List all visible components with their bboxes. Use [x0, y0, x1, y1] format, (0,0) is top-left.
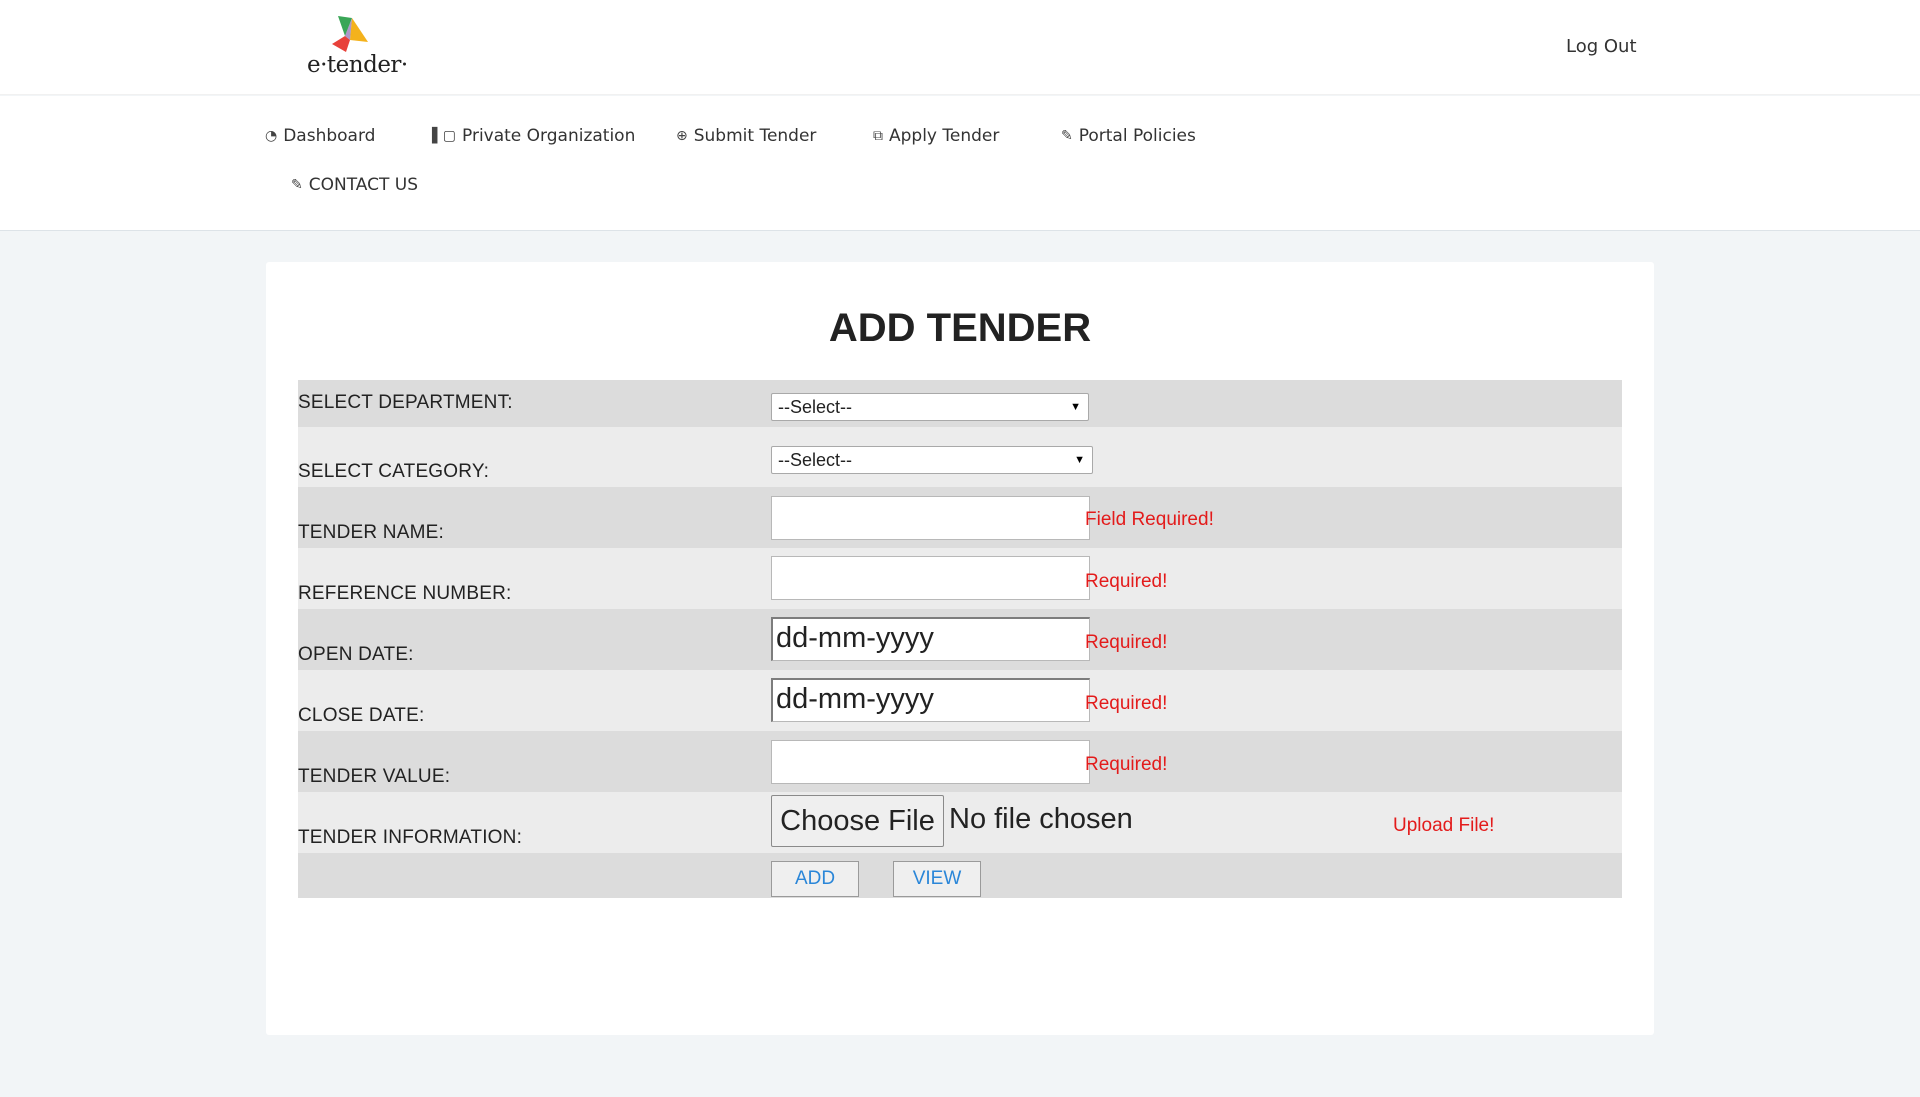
tender-value-label: TENDER VALUE:	[298, 766, 451, 787]
department-select-value: --Select--	[778, 397, 853, 417]
logo-text: e·tender·	[307, 52, 408, 78]
form-row-tender-name: TENDER NAME: Field Required!	[298, 487, 1622, 548]
close-date-input[interactable]: dd-mm-yyyy	[771, 678, 1090, 722]
reference-number-input[interactable]	[771, 556, 1090, 600]
open-date-error: Required!	[1085, 632, 1168, 653]
form-row-tender-information: TENDER INFORMATION: Choose File No file …	[298, 792, 1622, 853]
globe-icon: ⊕	[676, 128, 688, 144]
view-button[interactable]: VIEW	[893, 861, 981, 897]
nav-label: Portal Policies	[1078, 126, 1196, 146]
reference-number-label: REFERENCE NUMBER:	[298, 583, 512, 604]
close-date-label: CLOSE DATE:	[298, 705, 425, 726]
form-row-department: SELECT DEPARTMENT: --Select-- ▼	[298, 380, 1622, 427]
nav-item-private-organization[interactable]: ▌▢ Private Organization	[432, 126, 635, 146]
form-row-actions: ADD VIEW	[298, 853, 1622, 898]
close-date-error: Required!	[1085, 693, 1168, 714]
tender-value-error: Required!	[1085, 754, 1168, 775]
open-date-input[interactable]: dd-mm-yyyy	[771, 617, 1090, 661]
form-row-close-date: CLOSE DATE: dd-mm-yyyy Required!	[298, 670, 1622, 731]
logout-link[interactable]: Log Out	[1566, 36, 1637, 57]
top-header: e·tender· Log Out	[0, 0, 1920, 95]
open-date-label: OPEN DATE:	[298, 644, 414, 665]
nav-item-dashboard[interactable]: ◔ Dashboard	[265, 126, 375, 146]
file-status-text: No file chosen	[949, 803, 1133, 835]
book-icon: ▌▢	[432, 128, 456, 144]
add-tender-card: ADD TENDER SELECT DEPARTMENT: --Select--…	[266, 262, 1654, 1035]
form-row-tender-value: TENDER VALUE: Required!	[298, 731, 1622, 792]
form-row-category: SELECT CATEGORY: --Select-- ▼	[298, 427, 1622, 487]
form-row-reference-number: REFERENCE NUMBER: Required!	[298, 548, 1622, 609]
department-label: SELECT DEPARTMENT:	[298, 392, 513, 413]
form-row-open-date: OPEN DATE: dd-mm-yyyy Required!	[298, 609, 1622, 670]
nav-item-contact-us[interactable]: ✎ CONTACT US	[291, 175, 418, 195]
department-select[interactable]: --Select-- ▼	[771, 393, 1089, 421]
category-select[interactable]: --Select-- ▼	[771, 446, 1093, 474]
dropdown-arrow-icon: ▼	[1070, 401, 1081, 413]
add-button[interactable]: ADD	[771, 861, 859, 897]
tender-name-input[interactable]	[771, 496, 1090, 540]
category-label: SELECT CATEGORY:	[298, 461, 490, 482]
nav-label: Submit Tender	[693, 126, 817, 146]
tender-value-input[interactable]	[771, 740, 1090, 784]
etender-logo[interactable]: e·tender·	[304, 14, 408, 80]
logo-mark-icon	[332, 16, 368, 52]
reference-number-error: Required!	[1085, 571, 1168, 592]
nav-item-portal-policies[interactable]: ✎ Portal Policies	[1061, 126, 1196, 146]
pencil-icon: ✎	[291, 177, 303, 193]
nav-label: Dashboard	[283, 126, 376, 146]
upload-file-error: Upload File!	[1393, 815, 1495, 836]
main-nav: ◔ Dashboard ▌▢ Private Organization ⊕ Su…	[0, 96, 1920, 231]
page-title: ADD TENDER	[828, 306, 1092, 350]
copy-icon: ⧉	[873, 128, 883, 144]
nav-item-apply-tender[interactable]: ⧉ Apply Tender	[873, 126, 999, 146]
nav-label: Apply Tender	[889, 126, 1000, 146]
dashboard-icon: ◔	[265, 128, 278, 144]
tender-information-label: TENDER INFORMATION:	[298, 827, 523, 848]
pencil-icon: ✎	[1061, 128, 1073, 144]
nav-item-submit-tender[interactable]: ⊕ Submit Tender	[676, 126, 816, 146]
tender-name-label: TENDER NAME:	[298, 522, 444, 543]
nav-label: CONTACT US	[308, 175, 418, 195]
dropdown-arrow-icon: ▼	[1074, 454, 1085, 466]
category-select-value: --Select--	[778, 450, 853, 470]
choose-file-button[interactable]: Choose File	[771, 795, 944, 847]
nav-label: Private Organization	[462, 126, 636, 146]
tender-name-error: Field Required!	[1085, 509, 1214, 530]
